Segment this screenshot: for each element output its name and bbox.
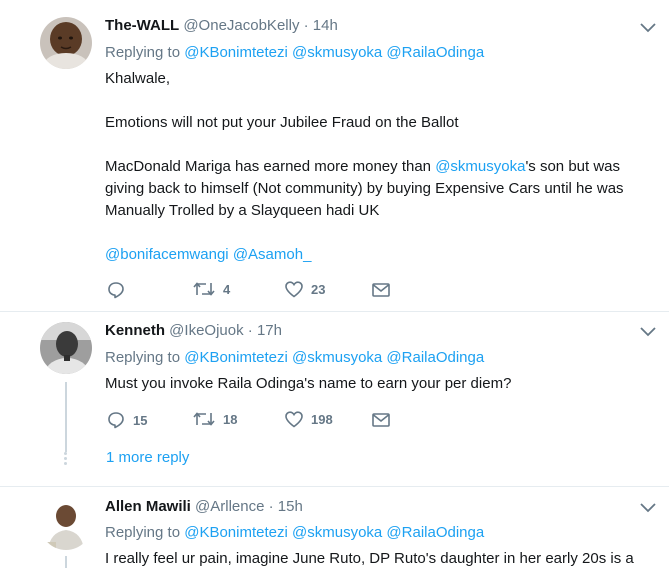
mention-link[interactable]: @RailaOdinga bbox=[386, 44, 484, 61]
mention-link[interactable]: @skmusyoka bbox=[292, 349, 382, 366]
tweet-text-line: Must you invoke Raila Odinga's name to e… bbox=[105, 375, 512, 392]
chevron-down-icon[interactable] bbox=[640, 327, 656, 337]
replying-to: Replying to @KBonimtetezi @skmusyoka @Ra… bbox=[105, 524, 484, 541]
display-name[interactable]: The-WALL bbox=[105, 17, 179, 34]
tweet-text-line: I really feel ur pain, imagine June Ruto… bbox=[105, 550, 634, 567]
tweet-text-line: MacDonald Mariga has earned more money t… bbox=[105, 158, 621, 175]
tweet-thewall[interactable]: The-WALL @OneJacobKelly · 14h Replying t… bbox=[0, 0, 669, 311]
user-handle[interactable]: @OneJacobKelly bbox=[183, 17, 299, 34]
tweet-actions: 4 23 bbox=[105, 281, 405, 301]
dm-icon bbox=[372, 413, 390, 427]
tweet-text-line: @bonifacemwangi @Asamoh_ bbox=[105, 244, 624, 266]
mention-link[interactable]: @skmusyoka bbox=[435, 158, 525, 175]
retweet-button[interactable]: 4 bbox=[193, 281, 230, 297]
tweet-text: I really feel ur pain, imagine June Ruto… bbox=[105, 548, 634, 568]
separator-dot: · bbox=[247, 322, 253, 339]
replying-to-label: Replying to bbox=[105, 524, 181, 541]
user-handle[interactable]: @Arllence bbox=[195, 498, 264, 515]
direct-message-button[interactable] bbox=[372, 283, 390, 297]
timestamp[interactable]: 15h bbox=[278, 498, 303, 515]
mention-link[interactable]: @Asamoh_ bbox=[233, 246, 312, 263]
tweet-text-line: giving back to himself (Not community) b… bbox=[105, 180, 624, 197]
separator-dot: · bbox=[303, 17, 309, 34]
tweet-text-line: Manually Trolled by a Slayqueen hadi UK bbox=[105, 202, 380, 219]
like-icon bbox=[285, 281, 303, 298]
tweet-text-line: Emotions will not put your Jubilee Fraud… bbox=[105, 114, 459, 131]
mention-link[interactable]: @skmusyoka bbox=[292, 524, 382, 541]
timestamp[interactable]: 17h bbox=[257, 322, 282, 339]
display-name[interactable]: Allen Mawili bbox=[105, 498, 191, 515]
direct-message-button[interactable] bbox=[372, 413, 390, 427]
tweet-text: Must you invoke Raila Odinga's name to e… bbox=[105, 373, 511, 395]
retweet-icon bbox=[193, 412, 215, 426]
more-replies-link[interactable]: 1 more reply bbox=[106, 449, 189, 466]
like-icon bbox=[285, 411, 303, 428]
mention-link[interactable]: @bonifacemwangi bbox=[105, 246, 229, 263]
tweet-header: Kenneth @IkeOjuok · 17h bbox=[105, 322, 282, 339]
timestamp[interactable]: 14h bbox=[313, 17, 338, 34]
tweet-kenneth[interactable]: Kenneth @IkeOjuok · 17h Replying to @KBo… bbox=[0, 312, 669, 486]
avatar[interactable] bbox=[40, 17, 92, 69]
reply-icon bbox=[108, 282, 124, 299]
retweet-count: 4 bbox=[223, 281, 231, 297]
reply-icon bbox=[108, 412, 124, 429]
display-name[interactable]: Kenneth bbox=[105, 322, 165, 339]
tweet-allen[interactable]: Allen Mawili @Arllence · 15h Replying to… bbox=[0, 487, 669, 568]
retweet-icon bbox=[193, 282, 215, 296]
avatar[interactable] bbox=[40, 322, 92, 374]
tweet-text: Khalwale, Emotions will not put your Jub… bbox=[105, 68, 624, 266]
tweet-text-line: Khalwale, bbox=[105, 70, 171, 87]
replying-to-label: Replying to bbox=[105, 44, 181, 61]
like-count: 198 bbox=[311, 412, 333, 427]
replying-to: Replying to @KBonimtetezi @skmusyoka @Ra… bbox=[105, 44, 484, 61]
mention-link[interactable]: @RailaOdinga bbox=[386, 349, 484, 366]
avatar[interactable] bbox=[40, 498, 92, 550]
mention-link[interactable]: @KBonimtetezi bbox=[184, 524, 288, 541]
like-button[interactable]: 198 bbox=[285, 411, 333, 428]
reply-button[interactable] bbox=[107, 281, 133, 299]
tweet-actions: 15 18 198 bbox=[105, 411, 405, 431]
retweet-count: 18 bbox=[223, 411, 238, 427]
like-button[interactable]: 23 bbox=[285, 281, 325, 298]
reply-count: 15 bbox=[133, 412, 148, 428]
thread-line bbox=[65, 556, 67, 568]
replying-to: Replying to @KBonimtetezi @skmusyoka @Ra… bbox=[105, 349, 484, 366]
tweet-header: The-WALL @OneJacobKelly · 14h bbox=[105, 17, 338, 34]
retweet-button[interactable]: 18 bbox=[193, 411, 237, 427]
chevron-down-icon[interactable] bbox=[640, 23, 656, 33]
thread-dots bbox=[64, 452, 68, 467]
mention-link[interactable]: @KBonimtetezi bbox=[184, 44, 288, 61]
replying-to-label: Replying to bbox=[105, 349, 181, 366]
mention-link[interactable]: @RailaOdinga bbox=[386, 524, 484, 541]
user-handle[interactable]: @IkeOjuok bbox=[169, 322, 243, 339]
separator-dot: · bbox=[268, 498, 274, 515]
mention-link[interactable]: @KBonimtetezi bbox=[184, 349, 288, 366]
reply-button[interactable]: 15 bbox=[107, 411, 147, 429]
tweet-header: Allen Mawili @Arllence · 15h bbox=[105, 498, 303, 515]
mention-link[interactable]: @skmusyoka bbox=[292, 44, 382, 61]
thread-line bbox=[65, 382, 67, 452]
chevron-down-icon[interactable] bbox=[640, 503, 656, 513]
like-count: 23 bbox=[311, 282, 326, 297]
dm-icon bbox=[372, 283, 390, 297]
